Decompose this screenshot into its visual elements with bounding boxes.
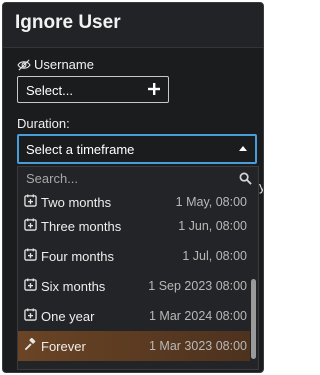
duration-label: Duration:: [17, 116, 70, 131]
username-select[interactable]: Select...: [17, 76, 169, 103]
search-input[interactable]: [26, 171, 226, 186]
calendar-plus-icon: [24, 248, 37, 261]
option-label: One year: [41, 309, 95, 324]
username-label-row: Username: [17, 57, 94, 72]
search-icon: [239, 172, 252, 185]
option-date: 1 Mar 3023 08:00: [149, 339, 247, 353]
option-label: Two months: [41, 195, 112, 210]
option-date: 1 Jul, 08:00: [182, 249, 247, 263]
option-label: Three months: [41, 219, 122, 234]
option-four-months[interactable]: Four months 1 Jul, 08:00: [18, 241, 250, 271]
caret-up-icon[interactable]: [239, 146, 247, 151]
calendar-plus-icon: [24, 308, 37, 321]
dialog-header: Ignore User: [3, 3, 263, 48]
option-three-months[interactable]: Three months 1 Jun, 08:00: [18, 211, 250, 241]
username-select-value: Select...: [26, 83, 73, 98]
option-date: 1 Jun, 08:00: [178, 219, 247, 233]
dropdown-scrollbar-thumb[interactable]: [251, 279, 256, 359]
eye-slash-icon: [17, 58, 31, 71]
option-two-months[interactable]: Two months 1 May, 08:00: [18, 191, 250, 211]
option-date: 1 May, 08:00: [175, 195, 247, 209]
truncated-text: y: [259, 179, 263, 194]
dialog-title: Ignore User: [15, 12, 121, 33]
username-label: Username: [34, 57, 94, 72]
option-date: 1 Sep 2023 08:00: [148, 279, 247, 293]
option-label: Four months: [41, 249, 114, 264]
calendar-plus-icon: [24, 278, 37, 291]
option-forever[interactable]: Forever 1 Mar 3023 08:00: [18, 331, 250, 361]
gavel-icon: [24, 338, 36, 351]
option-six-months[interactable]: Six months 1 Sep 2023 08:00: [18, 271, 250, 301]
duration-dropdown: Two months 1 May, 08:00 Three months 1 J…: [17, 166, 259, 370]
plus-icon[interactable]: [147, 82, 161, 96]
option-one-year[interactable]: One year 1 Mar 2024 08:00: [18, 301, 250, 331]
option-label: Six months: [41, 279, 106, 294]
calendar-plus-icon: [24, 218, 37, 231]
ignore-user-dialog: Ignore User Username Select... Duration:…: [2, 2, 264, 373]
option-label: Forever: [41, 339, 86, 354]
option-date: 1 Mar 2024 08:00: [149, 309, 247, 323]
calendar-plus-icon: [24, 194, 37, 207]
dropdown-search: [18, 167, 258, 191]
duration-select-value: Select a timeframe: [26, 142, 135, 157]
dropdown-options: Two months 1 May, 08:00 Three months 1 J…: [18, 191, 250, 361]
duration-select[interactable]: Select a timeframe: [17, 134, 257, 164]
